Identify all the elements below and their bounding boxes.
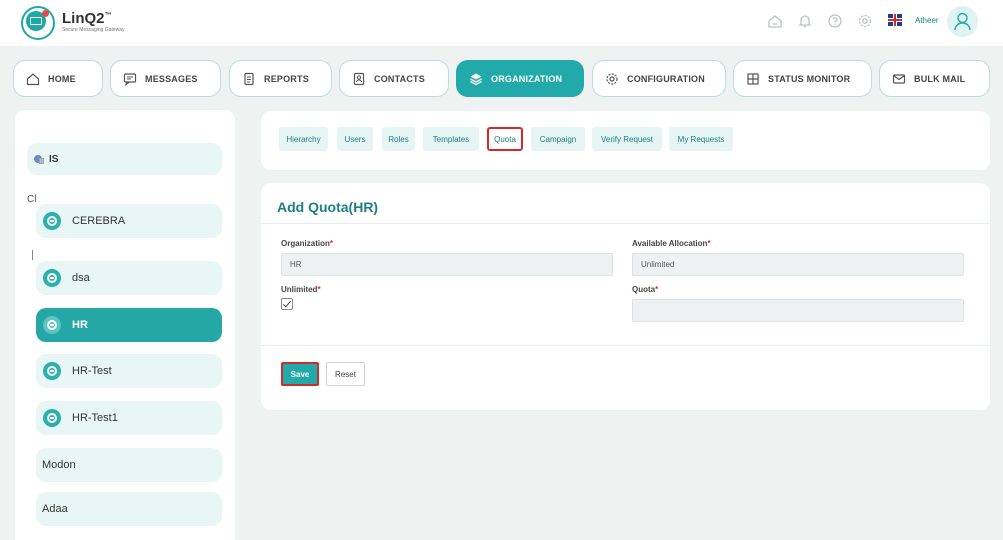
sidebar-partial-text: Cl	[27, 194, 37, 205]
tab-roles[interactable]: Roles	[382, 127, 415, 151]
nav-messages[interactable]: MESSAGES	[110, 60, 221, 97]
divider	[261, 223, 990, 224]
required-mark: *	[317, 285, 321, 294]
nav-status-monitor-label: STATUS MONITOR	[768, 73, 851, 84]
gear-icon	[606, 72, 618, 85]
collapse-icon[interactable]	[43, 362, 61, 380]
tab-users[interactable]: Users	[337, 127, 373, 151]
contact-card-icon	[353, 72, 365, 85]
required-mark: *	[655, 285, 659, 294]
nav-bulk-mail[interactable]: BULK MAIL	[879, 60, 990, 97]
nav-organization[interactable]: ORGANIZATION	[456, 60, 584, 97]
home-icon	[26, 72, 40, 85]
mail-icon	[892, 73, 906, 84]
layers-icon	[470, 73, 482, 85]
tab-my-requests[interactable]: My Requests	[669, 127, 733, 151]
document-icon	[244, 72, 254, 85]
available-allocation-label: Available Allocation*	[632, 239, 711, 248]
required-mark: *	[707, 239, 711, 248]
collapse-icon[interactable]	[43, 316, 61, 334]
user-icon	[954, 12, 971, 31]
nav-status-monitor[interactable]: STATUS MONITOR	[733, 60, 872, 97]
sidebar-root-org[interactable]: IS	[27, 143, 222, 175]
reset-button[interactable]: Reset	[326, 362, 365, 386]
tab-hierarchy[interactable]: Hierarchy	[279, 127, 328, 151]
tab-verify-request[interactable]: Verify Request	[592, 127, 662, 151]
page-title: Add Quota(HR)	[277, 199, 379, 215]
nav-reports[interactable]: REPORTS	[229, 60, 332, 97]
bell-icon[interactable]	[797, 13, 813, 29]
grid-icon	[747, 72, 759, 85]
nav-configuration[interactable]: CONFIGURATION	[592, 60, 726, 97]
organization-field: HR	[281, 253, 613, 276]
collapse-icon[interactable]	[43, 269, 61, 287]
app-logo[interactable]: LinQ2™ Secure Messaging Gateway	[18, 4, 138, 40]
quota-label-text: Quota	[632, 285, 656, 294]
sidebar-item-label: HR-Test	[72, 365, 112, 377]
logo-notification-dot	[42, 10, 49, 17]
nav-configuration-label: CONFIGURATION	[627, 73, 705, 84]
nav-contacts-label: CONTACTS	[374, 73, 425, 84]
tab-templates[interactable]: Templates	[423, 127, 479, 151]
home-icon[interactable]	[767, 13, 783, 29]
nav-messages-label: MESSAGES	[145, 73, 198, 84]
nav-bulk-mail-label: BULK MAIL	[914, 73, 966, 84]
sidebar-item-hr[interactable]: HR	[36, 308, 222, 342]
collapse-icon[interactable]	[43, 212, 61, 230]
sidebar-item-dsa[interactable]: dsa	[36, 261, 222, 295]
top-header: LinQ2™ Secure Messaging Gateway Atheer	[0, 0, 1003, 46]
sidebar-root-label: IS	[49, 153, 59, 165]
sidebar-item-label: HR-Test1	[72, 412, 118, 424]
nav-organization-label: ORGANIZATION	[491, 73, 563, 84]
globe-building-icon	[34, 155, 44, 164]
sidebar-item-label: Adaa	[42, 503, 68, 515]
envelope-icon	[30, 17, 42, 25]
nav-home[interactable]: HOME	[13, 60, 103, 97]
collapse-icon[interactable]	[43, 409, 61, 427]
tree-connector	[32, 250, 33, 260]
unlimited-label-text: Unlimited	[281, 285, 318, 294]
unlimited-checkbox[interactable]	[281, 298, 293, 310]
organization-label-text: Organization	[281, 239, 330, 248]
help-icon[interactable]	[827, 13, 843, 29]
quota-label: Quota*	[632, 285, 658, 294]
sidebar-item-modon[interactable]: Modon	[36, 448, 222, 482]
save-button[interactable]: Save	[281, 362, 319, 386]
sidebar-item-label: dsa	[72, 272, 90, 284]
avatar[interactable]	[947, 6, 978, 37]
available-allocation-field: Unlimited	[632, 253, 964, 276]
nav-home-label: HOME	[48, 73, 76, 84]
tab-campaign[interactable]: Campaign	[531, 127, 585, 151]
app-name-text: LinQ2	[62, 10, 105, 27]
sidebar-item-hr-test[interactable]: HR-Test	[36, 354, 222, 388]
sidebar-item-label: CEREBRA	[72, 215, 126, 227]
sidebar-item-adaa[interactable]: Adaa	[36, 492, 222, 526]
uk-flag-icon[interactable]	[888, 14, 902, 26]
quota-input[interactable]	[632, 299, 964, 322]
nav-contacts[interactable]: CONTACTS	[339, 60, 449, 97]
sidebar-item-label: Modon	[42, 459, 76, 471]
available-allocation-label-text: Available Allocation	[632, 239, 708, 248]
chat-icon	[123, 72, 137, 86]
required-mark: *	[329, 239, 334, 248]
nav-reports-label: REPORTS	[264, 73, 309, 84]
unlimited-label: Unlimited*	[281, 285, 321, 294]
add-quota-card	[261, 183, 990, 410]
sidebar-item-label: HR	[72, 319, 88, 331]
sidebar-item-cerebra[interactable]: CEREBRA	[36, 204, 222, 238]
flag-cross-red-v	[894, 14, 896, 26]
gear-icon[interactable]	[857, 13, 873, 29]
user-name[interactable]: Atheer	[915, 16, 939, 25]
app-tagline: Secure Messaging Gateway	[62, 27, 125, 33]
app-name: LinQ2™	[62, 10, 112, 27]
divider	[261, 345, 990, 346]
trademark-mark: ™	[104, 12, 112, 19]
sidebar-item-hr-test1[interactable]: HR-Test1	[36, 401, 222, 435]
tab-quota[interactable]: Quota	[487, 127, 523, 151]
organization-label: Organization*	[281, 239, 333, 248]
